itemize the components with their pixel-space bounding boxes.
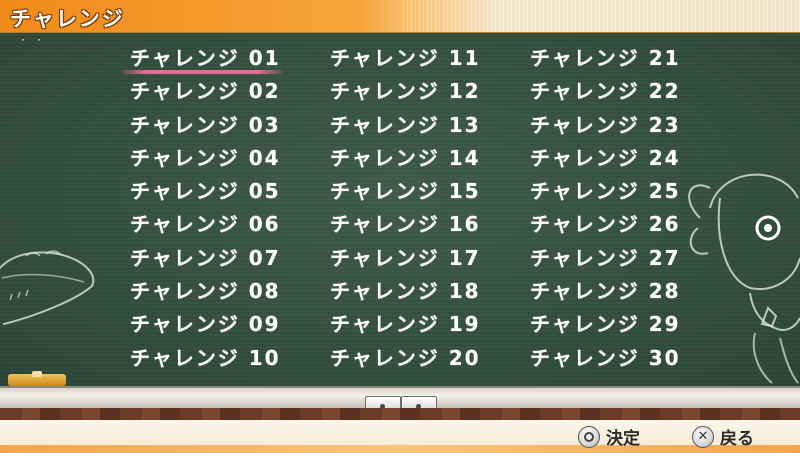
challenge-item-24[interactable]: チャレンジ 24 — [530, 145, 700, 178]
circle-button-icon — [578, 425, 600, 448]
chalk-corner-marks: · · — [20, 35, 45, 46]
challenge-item-18[interactable]: チャレンジ 18 — [330, 278, 500, 311]
challenge-item-13[interactable]: チャレンジ 13 — [330, 112, 500, 145]
challenge-item-09[interactable]: チャレンジ 09 — [130, 311, 300, 344]
back-hint[interactable]: ✕ 戻る — [692, 424, 754, 449]
challenge-item-22[interactable]: チャレンジ 22 — [530, 78, 700, 111]
challenge-item-17[interactable]: チャレンジ 17 — [330, 245, 500, 278]
challenge-item-29[interactable]: チャレンジ 29 — [530, 311, 700, 344]
challenge-item-30[interactable]: チャレンジ 30 — [530, 345, 700, 378]
challenge-item-16[interactable]: チャレンジ 16 — [330, 211, 500, 244]
header-bar: チャレンジ — [0, 0, 800, 33]
challenge-item-11[interactable]: チャレンジ 11 — [330, 45, 500, 78]
challenge-item-21[interactable]: チャレンジ 21 — [530, 45, 700, 78]
challenge-list: チャレンジ 01 チャレンジ 02 チャレンジ 03 チャレンジ 04 チャレン… — [122, 45, 690, 378]
challenge-item-03[interactable]: チャレンジ 03 — [130, 112, 300, 145]
confirm-hint[interactable]: 決定 — [578, 424, 640, 449]
back-label: 戻る — [720, 429, 754, 449]
challenge-item-08[interactable]: チャレンジ 08 — [130, 278, 300, 311]
challenge-item-01[interactable]: チャレンジ 01 — [122, 45, 300, 78]
challenge-column-2: チャレンジ 11 チャレンジ 12 チャレンジ 13 チャレンジ 14 チャレン… — [330, 45, 500, 378]
challenge-item-04[interactable]: チャレンジ 04 — [130, 145, 300, 178]
challenge-item-15[interactable]: チャレンジ 15 — [330, 178, 500, 211]
challenge-item-07[interactable]: チャレンジ 07 — [130, 245, 300, 278]
footer-bar: 決定 ✕ 戻る — [0, 420, 800, 453]
challenge-item-12[interactable]: チャレンジ 12 — [330, 78, 500, 111]
challenge-select-screen: チャレンジ · · チャレンジ 01 チャレンジ 02 チャレンジ 03 チャレ… — [0, 0, 800, 453]
challenge-item-20[interactable]: チャレンジ 20 — [330, 345, 500, 378]
chalkboard: · · チャレンジ 01 チャレンジ 02 チャレンジ 03 チャレンジ 04 — [0, 33, 800, 388]
wood-trim — [0, 408, 800, 420]
challenge-item-23[interactable]: チャレンジ 23 — [530, 112, 700, 145]
confirm-label: 決定 — [606, 429, 640, 449]
challenge-item-14[interactable]: チャレンジ 14 — [330, 145, 500, 178]
challenge-item-02[interactable]: チャレンジ 02 — [130, 78, 300, 111]
challenge-column-1: チャレンジ 01 チャレンジ 02 チャレンジ 03 チャレンジ 04 チャレン… — [122, 45, 300, 378]
challenge-item-19[interactable]: チャレンジ 19 — [330, 311, 500, 344]
challenge-item-26[interactable]: チャレンジ 26 — [530, 211, 700, 244]
chalk-doodle-left — [0, 250, 95, 325]
challenge-column-3: チャレンジ 21 チャレンジ 22 チャレンジ 23 チャレンジ 24 チャレン… — [530, 45, 700, 378]
challenge-item-06[interactable]: チャレンジ 06 — [130, 211, 300, 244]
challenge-item-25[interactable]: チャレンジ 25 — [530, 178, 700, 211]
cross-button-icon: ✕ — [692, 425, 714, 448]
challenge-item-28[interactable]: チャレンジ 28 — [530, 278, 700, 311]
chalk-box — [8, 371, 66, 386]
page-title: チャレンジ — [10, 7, 125, 31]
challenge-item-05[interactable]: チャレンジ 05 — [130, 178, 300, 211]
challenge-item-10[interactable]: チャレンジ 10 — [130, 345, 300, 378]
challenge-item-27[interactable]: チャレンジ 27 — [530, 245, 700, 278]
